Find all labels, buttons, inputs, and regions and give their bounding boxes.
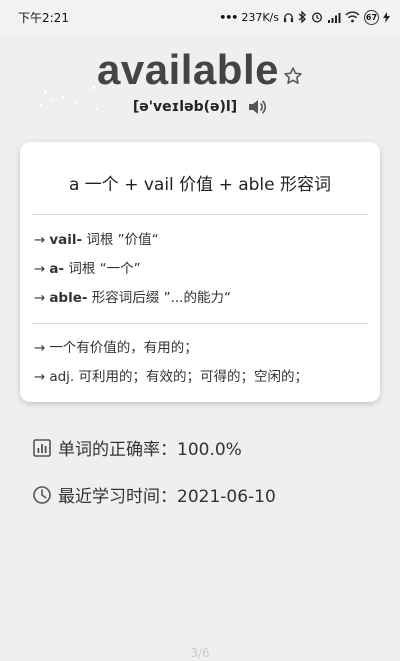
divider xyxy=(32,323,368,324)
charging-icon xyxy=(383,11,390,23)
bluetooth-icon xyxy=(298,11,306,23)
arrow-icon: → xyxy=(34,369,46,385)
alarm-icon xyxy=(312,12,322,23)
more-dots-icon: ••• xyxy=(219,10,238,24)
root-desc: 词根 “一个” xyxy=(68,261,141,277)
accuracy-value: 100.0% xyxy=(177,440,242,460)
word-title: available xyxy=(97,46,279,93)
clock-icon xyxy=(33,485,51,504)
root-item: → able- 形容词后缀 ”...的能力“ xyxy=(34,284,231,313)
last-study-label: 最近学习时间： xyxy=(58,487,177,507)
chart-icon xyxy=(33,438,51,457)
arrow-icon: → xyxy=(34,261,46,277)
meaning-item: → adj. 可利用的；有效的；可得的；空闲的； xyxy=(34,363,308,392)
battery-icon: 67 xyxy=(364,9,379,25)
arrow-icon: → xyxy=(34,232,46,248)
word-card: a 一个 + vail 价值 + able 形容词 → vail- 词根 ”价值“… xyxy=(20,142,380,402)
root-name: vail- xyxy=(49,232,83,248)
root-desc: 词根 ”价值“ xyxy=(86,232,159,248)
status-bar: 下午2:21 ••• 237K/s 67 xyxy=(0,0,400,34)
root-item: → vail- 词根 ”价值“ xyxy=(34,226,231,255)
page-indicator: 3/6 xyxy=(190,646,210,660)
phonetic-row: [ə'veɪləb(ə)l] xyxy=(0,98,400,116)
root-name: a- xyxy=(49,261,65,277)
accuracy-stat: 单词的正确率：100.0% xyxy=(32,435,242,460)
root-desc: 形容词后缀 ”...的能力“ xyxy=(91,290,231,306)
battery-level: 67 xyxy=(365,12,378,22)
arrow-icon: → xyxy=(34,340,46,356)
signal-icon xyxy=(328,12,341,23)
headphone-icon xyxy=(283,12,294,22)
status-icons: ••• 237K/s 67 xyxy=(219,9,390,25)
last-study-stat: 最近学习时间：2021-06-10 xyxy=(32,482,276,507)
star-outline-icon[interactable] xyxy=(283,66,303,86)
last-study-value: 2021-06-10 xyxy=(177,487,276,507)
root-name: able- xyxy=(49,290,88,306)
wifi-icon xyxy=(345,11,360,23)
accuracy-label: 单词的正确率： xyxy=(58,440,177,460)
phonetic-text: [ə'veɪləb(ə)l] xyxy=(132,99,238,115)
word-header: available xyxy=(0,48,400,92)
network-speed: 237K/s xyxy=(241,10,279,24)
divider xyxy=(32,214,368,215)
meaning-text: adj. 可利用的；有效的；可得的；空闲的； xyxy=(49,369,308,385)
meanings-list: → 一个有价值的，有用的； → adj. 可利用的；有效的；可得的；空闲的； xyxy=(34,334,308,392)
etymology-formula: a 一个 + vail 价值 + able 形容词 xyxy=(68,175,332,195)
status-time: 下午2:21 xyxy=(18,10,69,25)
speaker-icon[interactable] xyxy=(247,98,267,116)
meaning-item: → 一个有价值的，有用的； xyxy=(34,334,308,363)
meaning-text: 一个有价值的，有用的； xyxy=(49,340,198,356)
root-item: → a- 词根 “一个” xyxy=(34,255,231,284)
roots-list: → vail- 词根 ”价值“ → a- 词根 “一个” → able- 形容词后缀 … xyxy=(34,226,231,313)
arrow-icon: → xyxy=(34,290,46,306)
